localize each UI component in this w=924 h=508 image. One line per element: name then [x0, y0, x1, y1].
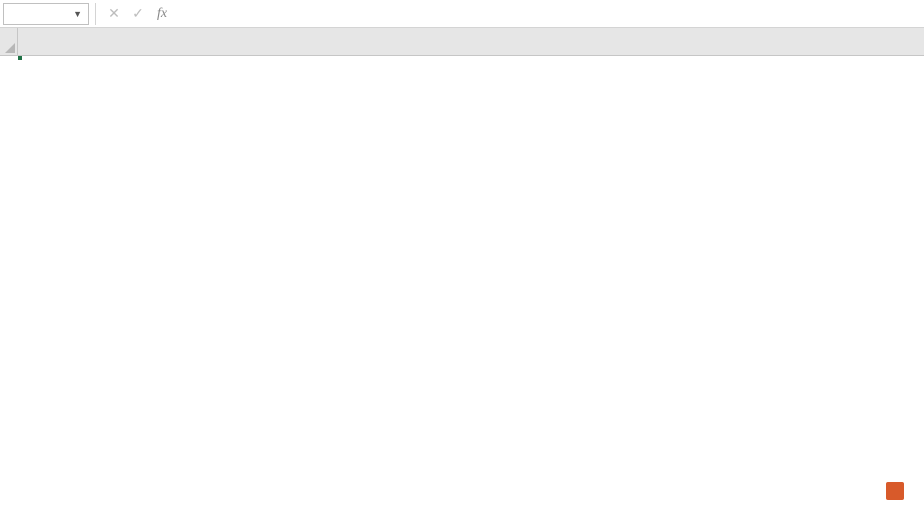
confirm-icon: ✓ — [126, 3, 150, 25]
chevron-down-icon[interactable]: ▼ — [73, 9, 82, 19]
active-cell-cursor — [18, 56, 22, 60]
name-box[interactable]: ▼ — [3, 3, 89, 25]
column-headers — [18, 28, 924, 56]
divider — [95, 3, 96, 25]
cancel-icon: ✕ — [102, 3, 126, 25]
select-all-corner[interactable] — [0, 28, 18, 56]
formula-input[interactable] — [174, 3, 924, 25]
logo-icon — [886, 482, 904, 500]
formula-bar: ▼ ✕ ✓ fx — [0, 0, 924, 28]
fx-icon[interactable]: fx — [150, 3, 174, 25]
watermark — [886, 482, 910, 500]
